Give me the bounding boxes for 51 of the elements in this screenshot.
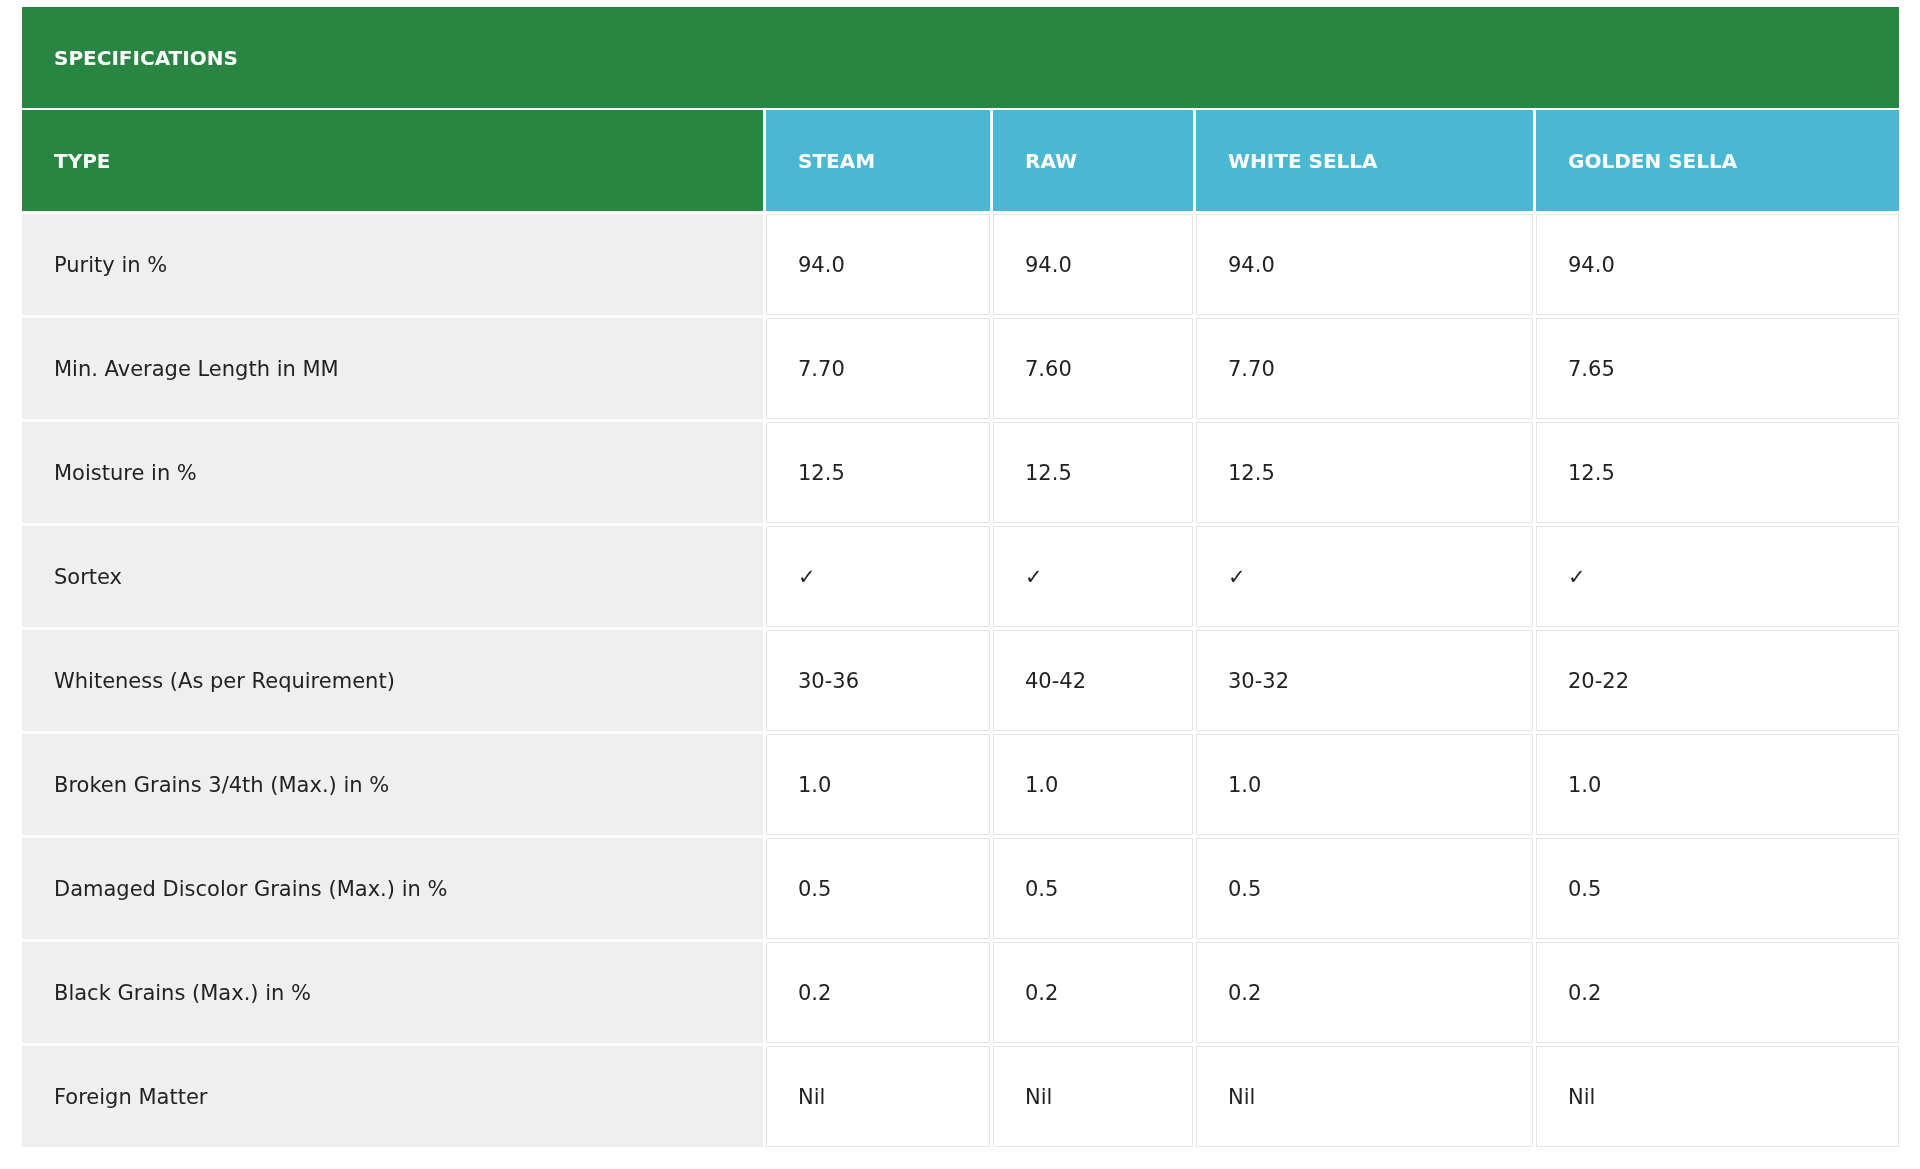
table-cell: 40-42 bbox=[993, 630, 1193, 731]
column-header: WHITE SELLA bbox=[1196, 110, 1533, 211]
table-cell: ✓ bbox=[1536, 526, 1899, 627]
table-cell: 0.5 bbox=[1536, 838, 1899, 939]
table-cell: 1.0 bbox=[1536, 734, 1899, 835]
row-label: Broken Grains 3/4th (Max.) in % bbox=[22, 734, 763, 835]
table-cell: 7.70 bbox=[1196, 318, 1533, 419]
table-cell: 94.0 bbox=[1196, 214, 1533, 315]
table-cell: Nil bbox=[1536, 1046, 1899, 1147]
table-cell: 0.5 bbox=[1196, 838, 1533, 939]
table-cell: 0.2 bbox=[993, 942, 1193, 1043]
table-cell: 1.0 bbox=[766, 734, 990, 835]
table-cell: 0.5 bbox=[766, 838, 990, 939]
row-label: Whiteness (As per Requirement) bbox=[22, 630, 763, 731]
table-cell: Nil bbox=[1196, 1046, 1533, 1147]
table-cell: 0.2 bbox=[1196, 942, 1533, 1043]
column-header: STEAM bbox=[766, 110, 990, 211]
row-label: Sortex bbox=[22, 526, 763, 627]
column-header: TYPE bbox=[22, 110, 763, 211]
row-label: Damaged Discolor Grains (Max.) in % bbox=[22, 838, 763, 939]
table-cell: 94.0 bbox=[993, 214, 1193, 315]
table-cell: 12.5 bbox=[1536, 422, 1899, 523]
table-cell: 0.2 bbox=[766, 942, 990, 1043]
row-label: Moisture in % bbox=[22, 422, 763, 523]
table-cell: 1.0 bbox=[1196, 734, 1533, 835]
table-cell: 94.0 bbox=[1536, 214, 1899, 315]
table-cell: 7.60 bbox=[993, 318, 1193, 419]
table-cell: 0.2 bbox=[1536, 942, 1899, 1043]
table-cell: 7.70 bbox=[766, 318, 990, 419]
table-cell: 0.5 bbox=[993, 838, 1193, 939]
table-cell: 12.5 bbox=[1196, 422, 1533, 523]
row-label: Foreign Matter bbox=[22, 1046, 763, 1147]
row-label: Min. Average Length in MM bbox=[22, 318, 763, 419]
table-cell: 30-36 bbox=[766, 630, 990, 731]
table-cell: ✓ bbox=[993, 526, 1193, 627]
table-cell: 7.65 bbox=[1536, 318, 1899, 419]
table-cell: 94.0 bbox=[766, 214, 990, 315]
table-cell: 12.5 bbox=[993, 422, 1193, 523]
table-cell: 12.5 bbox=[766, 422, 990, 523]
table-cell: ✓ bbox=[766, 526, 990, 627]
table-title: SPECIFICATIONS bbox=[22, 7, 1899, 108]
table-cell: Nil bbox=[993, 1046, 1193, 1147]
row-label: Black Grains (Max.) in % bbox=[22, 942, 763, 1043]
table-cell: 1.0 bbox=[993, 734, 1193, 835]
table-cell: 20-22 bbox=[1536, 630, 1899, 731]
row-label: Purity in % bbox=[22, 214, 763, 315]
column-header: RAW bbox=[993, 110, 1193, 211]
table-cell: ✓ bbox=[1196, 526, 1533, 627]
table-cell: 30-32 bbox=[1196, 630, 1533, 731]
column-header: GOLDEN SELLA bbox=[1536, 110, 1899, 211]
table-cell: Nil bbox=[766, 1046, 990, 1147]
